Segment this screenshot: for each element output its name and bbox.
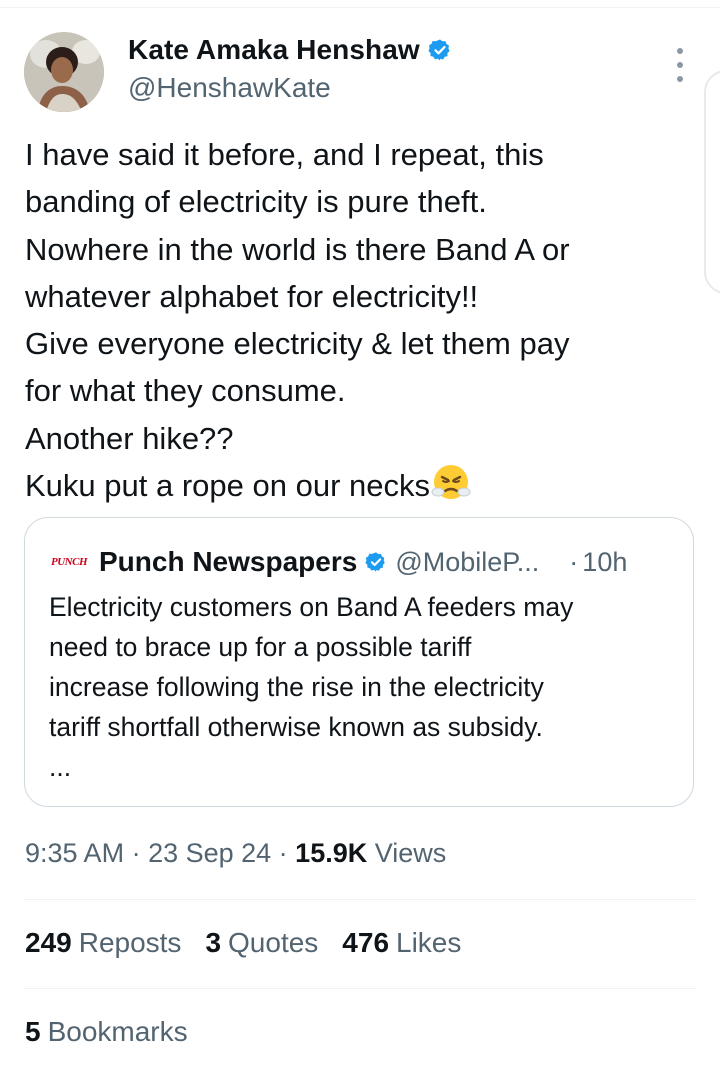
quoted-timestamp: 10h xyxy=(582,546,628,577)
punch-logo-avatar: PUNCH xyxy=(49,542,89,582)
reposts-count: 249 xyxy=(25,927,72,958)
quoted-line: tariff shortfall otherwise known as subs… xyxy=(49,712,543,742)
quoted-verified-badge-icon xyxy=(365,551,387,573)
quoted-tweet-header: PUNCH Punch Newspapers @MobileP... · 10h xyxy=(49,542,679,582)
divider xyxy=(24,899,696,900)
quoted-tweet-text: Electricity customers on Band A feeders … xyxy=(49,587,689,787)
tweet-line: Nowhere in the world is there Band A or xyxy=(25,231,570,267)
likes-count: 476 xyxy=(342,927,390,958)
bookmarks-row: 5 Bookmarks xyxy=(25,1016,188,1048)
tweet-detail-page: Kate Amaka Henshaw @HenshawKate I have s… xyxy=(0,0,720,1066)
quotes-stat[interactable]: 3 Quotes xyxy=(205,927,318,959)
quoted-ellipsis: ... xyxy=(49,752,72,782)
bookmarks-stat[interactable]: 5 Bookmarks xyxy=(25,1016,188,1047)
meta-separator: · xyxy=(124,838,149,868)
quoted-author-name: Punch Newspapers xyxy=(99,546,358,577)
tweet-line: Give everyone electricity & let them pay xyxy=(25,326,570,362)
quotes-count: 3 xyxy=(205,927,222,958)
tweet-line-text: Kuku put a rope on our necks xyxy=(25,468,430,504)
views-count[interactable]: 15.9K xyxy=(295,838,367,868)
likes-stat[interactable]: 476 Likes xyxy=(342,927,461,959)
quoted-tweet-card[interactable]: PUNCH Punch Newspapers @MobileP... · 10h… xyxy=(24,517,694,807)
reposts-label: Reposts xyxy=(78,927,182,958)
tweet-text: I have said it before, and I repeat, thi… xyxy=(25,131,705,515)
tweet-time[interactable]: 9:35 AM xyxy=(25,838,124,868)
tweet-line: I have said it before, and I repeat, thi… xyxy=(25,137,544,172)
author-name[interactable]: Kate Amaka Henshaw xyxy=(128,34,420,66)
quoted-author-handle: @MobileP... xyxy=(395,546,540,577)
avatar-portrait-icon xyxy=(24,32,104,112)
tweet-line: for what they consume. xyxy=(25,373,346,409)
verified-badge-icon xyxy=(428,38,452,62)
likes-label: Likes xyxy=(396,927,462,958)
tweet-date[interactable]: 23 Sep 24 xyxy=(148,838,271,868)
top-divider xyxy=(0,7,720,8)
quoted-line: Electricity customers on Band A feeders … xyxy=(49,592,574,622)
quotes-label: Quotes xyxy=(228,927,319,958)
steam-from-nose-face-icon xyxy=(431,462,471,515)
bookmarks-label: Bookmarks xyxy=(47,1016,188,1047)
author-row: Kate Amaka Henshaw xyxy=(128,34,452,66)
divider xyxy=(24,988,696,989)
tweet-line: Another hike?? xyxy=(25,420,234,456)
tweet-meta-row: 9:35 AM · 23 Sep 24 · 15.9K Views xyxy=(25,838,446,869)
quoted-time-separator: · xyxy=(569,546,579,577)
side-panel-edge xyxy=(704,70,720,294)
author-handle[interactable]: @HenshawKate xyxy=(128,72,331,104)
quoted-line: increase following the rise in the elect… xyxy=(49,672,544,702)
tweet-line-last: Kuku put a rope on our necks xyxy=(25,462,705,515)
quoted-line: need to brace up for a possible tariff xyxy=(49,632,472,662)
tweet-line: whatever alphabet for electricity!! xyxy=(25,278,479,314)
meta-separator: · xyxy=(271,838,296,868)
views-label[interactable]: Views xyxy=(367,838,447,868)
avatar[interactable] xyxy=(24,32,104,112)
bookmarks-count: 5 xyxy=(25,1016,41,1047)
tweet-line: banding of electricity is pure theft. xyxy=(25,184,487,220)
more-options-icon[interactable] xyxy=(668,48,692,82)
reposts-stat[interactable]: 249 Reposts xyxy=(25,927,181,959)
punch-logo-text: PUNCH xyxy=(51,556,88,568)
engagement-stats-row: 249 Reposts 3 Quotes 476 Likes xyxy=(25,927,461,959)
